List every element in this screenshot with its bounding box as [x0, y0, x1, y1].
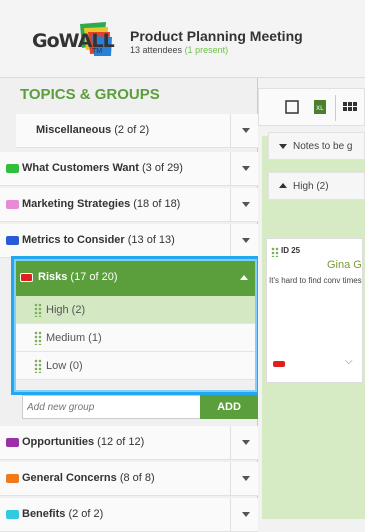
group-marketing-strategies[interactable]: Marketing Strategies (18 of 18)	[0, 188, 258, 222]
group-label: Metrics to Consider (13 of 13)	[22, 234, 175, 246]
group-color-swatch	[6, 438, 19, 447]
add-group-row: ADD	[22, 395, 258, 419]
group-label: Opportunities (12 of 12)	[22, 436, 145, 448]
subgroup-label: Low (0)	[46, 360, 83, 372]
card-author: Gina Go	[327, 259, 362, 271]
meeting-info: Product Planning Meeting 13 attendees (1…	[130, 28, 303, 55]
high-section-label: High (2)	[293, 181, 329, 192]
subgroup-high[interactable]: High (2)	[16, 296, 258, 324]
group-color-swatch	[6, 200, 19, 209]
high-section-row[interactable]: High (2)	[268, 172, 365, 200]
chevron-up-icon[interactable]	[240, 275, 248, 280]
group-color-swatch	[6, 510, 19, 519]
meeting-title: Product Planning Meeting	[130, 28, 303, 44]
subgroup-label: High (2)	[46, 304, 86, 316]
svg-text:XL: XL	[316, 105, 324, 112]
expand-chevron-icon[interactable]: ⌵	[345, 356, 353, 367]
group-label: General Concerns (8 of 8)	[22, 472, 155, 484]
chevron-down-icon	[242, 202, 250, 207]
group-label: Benefits (2 of 2)	[22, 508, 104, 520]
expand-toggle[interactable]	[230, 188, 258, 222]
group-general-concerns[interactable]: General Concerns (8 of 8)	[0, 462, 258, 496]
group-color-swatch	[6, 236, 19, 245]
attendee-count[interactable]: 13 attendees (1 present)	[130, 45, 303, 55]
group-label: Miscellaneous (2 of 2)	[36, 124, 150, 136]
triangle-down-icon	[279, 144, 287, 149]
grid-view-icon[interactable]	[343, 100, 357, 114]
expand-toggle[interactable]	[230, 498, 258, 532]
idea-card[interactable]: ID 25 Gina Go It's hard to find conv tim…	[266, 238, 363, 383]
logo-tm: TM	[92, 48, 103, 55]
group-color-swatch	[20, 273, 33, 282]
checkbox-icon[interactable]	[285, 100, 299, 114]
sidebar-title: TOPICS & GROUPS	[20, 86, 160, 103]
notes-section-label: Notes to be g	[293, 141, 353, 152]
chevron-down-icon	[242, 128, 250, 133]
main-board: XL Notes to be g High (2) ID 25 Gina Go …	[258, 78, 365, 519]
chevron-down-icon	[242, 238, 250, 243]
present-count: (1 present)	[184, 45, 229, 55]
card-body: It's hard to find conv times for the tea…	[269, 276, 362, 285]
expand-toggle[interactable]	[230, 224, 258, 258]
app-header: GoWALL TM Product Planning Meeting 13 at…	[0, 0, 365, 78]
topics-sidebar: TOPICS & GROUPS Miscellaneous (2 of 2) W…	[0, 78, 258, 532]
chevron-down-icon	[242, 440, 250, 445]
drag-handle-icon[interactable]	[34, 359, 42, 373]
subgroup-label: Medium (1)	[46, 332, 102, 344]
new-group-input[interactable]	[23, 396, 199, 418]
chevron-down-icon	[242, 476, 250, 481]
group-miscellaneous[interactable]: Miscellaneous (2 of 2)	[16, 114, 258, 148]
chevron-down-icon	[242, 512, 250, 517]
expand-toggle[interactable]	[230, 114, 258, 148]
drag-handle-icon[interactable]	[271, 247, 279, 257]
group-benefits[interactable]: Benefits (2 of 2)	[0, 498, 258, 532]
card-color-tag	[273, 361, 285, 367]
group-label: What Customers Want (3 of 29)	[22, 162, 183, 174]
chevron-down-icon	[242, 166, 250, 171]
group-metrics-to-consider[interactable]: Metrics to Consider (13 of 13)	[0, 224, 258, 258]
drag-handle-icon[interactable]	[34, 331, 42, 345]
board-toolbar: XL	[258, 88, 365, 126]
group-color-swatch	[6, 164, 19, 173]
add-group-button[interactable]: ADD	[200, 395, 258, 419]
gowall-logo[interactable]: GoWALL TM	[28, 22, 116, 64]
attendees-text: 13 attendees	[130, 45, 183, 55]
expand-toggle[interactable]	[230, 152, 258, 186]
group-opportunities[interactable]: Opportunities (12 of 12)	[0, 426, 258, 460]
subgroup-medium[interactable]: Medium (1)	[16, 324, 258, 352]
toolbar-divider	[335, 95, 336, 121]
card-id: ID 25	[281, 246, 301, 255]
expand-toggle[interactable]	[230, 426, 258, 460]
expand-toggle[interactable]	[230, 462, 258, 496]
subgroup-low[interactable]: Low (0)	[16, 352, 258, 380]
drag-handle-icon[interactable]	[34, 303, 42, 317]
group-color-swatch	[6, 474, 19, 483]
group-label: Risks (17 of 20)	[38, 271, 118, 283]
excel-export-icon[interactable]: XL	[313, 100, 327, 114]
triangle-up-icon	[279, 183, 287, 188]
notes-section-row[interactable]: Notes to be g	[268, 132, 365, 160]
group-label: Marketing Strategies (18 of 18)	[22, 198, 181, 210]
group-what-customers-want[interactable]: What Customers Want (3 of 29)	[0, 152, 258, 186]
group-risks-expanded[interactable]: Risks (17 of 20)	[16, 260, 258, 296]
